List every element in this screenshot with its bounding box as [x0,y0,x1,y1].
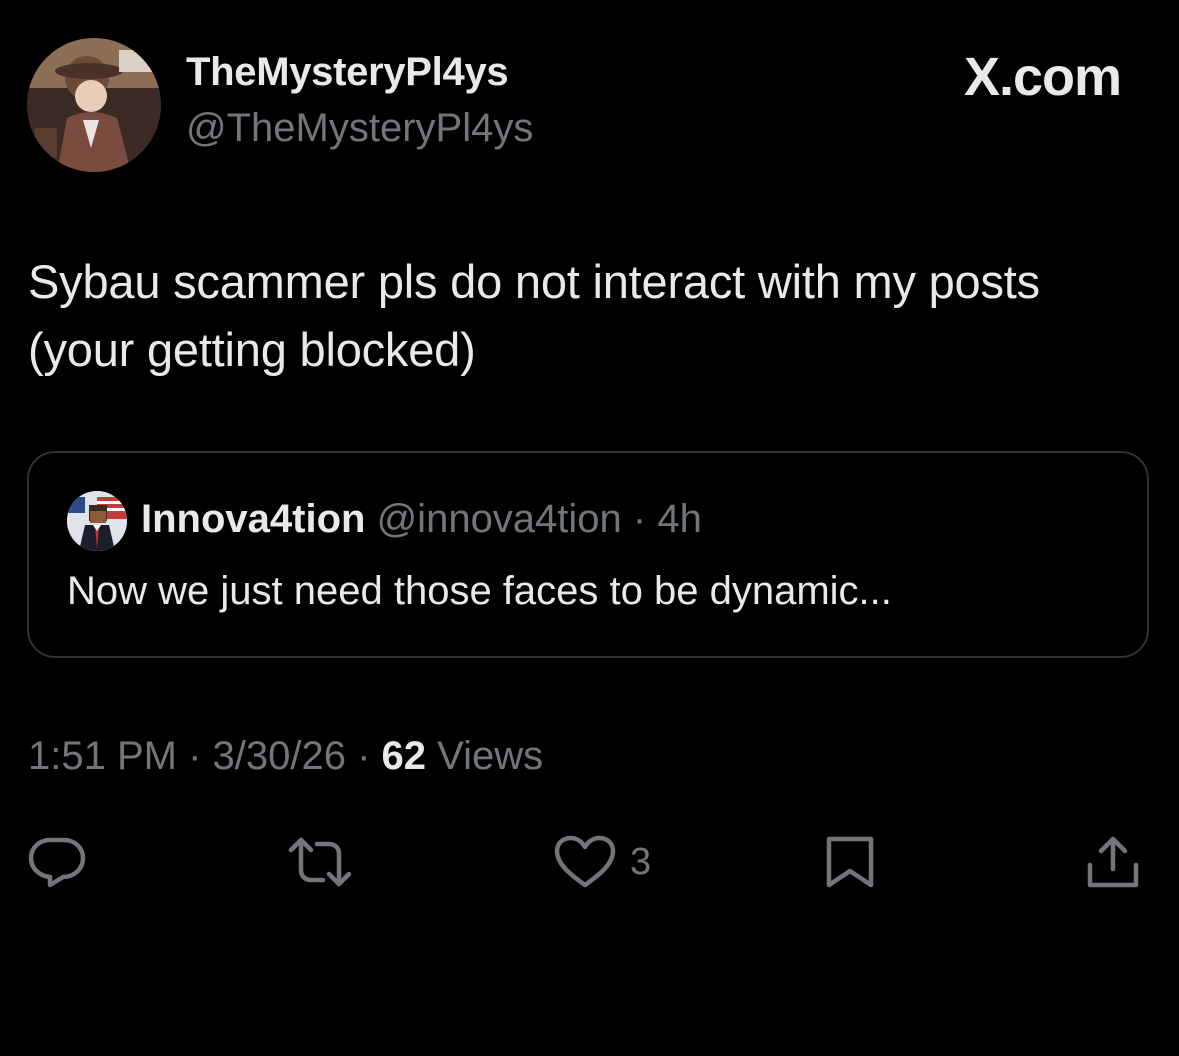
tweet-meta: 1:51 PM · 3/30/26 · 62 Views [28,734,543,779]
repost-button[interactable] [287,834,353,890]
tweet-text-line-1: Sybau scammer pls do not interact with m… [28,255,1040,308]
bookmark-button[interactable] [825,834,875,890]
x-com-logo: X.com [963,47,1122,107]
tweet-text-line-2: (your getting blocked) [28,323,476,376]
quoted-age: 4h [657,497,702,541]
quoted-text: Now we just need those faces to be dynam… [67,569,892,613]
reply-button[interactable] [28,834,86,890]
author-handle[interactable]: @TheMysteryPl4ys [186,106,533,151]
quoted-header: Innova4tion @innova4tion · 4h [141,497,702,542]
views-count: 62 [381,734,427,778]
share-icon [1087,836,1139,888]
share-button[interactable] [1086,834,1140,890]
quoted-separator: · [621,497,658,541]
repost-icon [288,837,352,887]
meta-separator: · [176,734,213,778]
author-avatar[interactable] [27,38,161,172]
heart-icon [554,835,616,888]
author-display-name[interactable]: TheMysteryPl4ys [186,50,509,95]
tweet-time[interactable]: 1:51 PM [28,734,177,778]
quoted-author-avatar[interactable] [67,491,127,551]
tweet-text: Sybau scammer pls do not interact with m… [28,248,1158,384]
views-label: Views [426,734,544,778]
like-count: 3 [630,840,652,883]
meta-separator: · [345,734,382,778]
quoted-tweet-card[interactable]: Innova4tion @innova4tion · 4h Now we jus… [27,451,1149,658]
bookmark-icon [826,836,874,888]
like-button[interactable]: 3 [554,834,651,890]
quoted-display-name[interactable]: Innova4tion [141,497,365,541]
reply-icon [28,837,86,888]
quoted-handle[interactable]: @innova4tion [377,497,622,541]
tweet-date[interactable]: 3/30/26 [213,734,346,778]
